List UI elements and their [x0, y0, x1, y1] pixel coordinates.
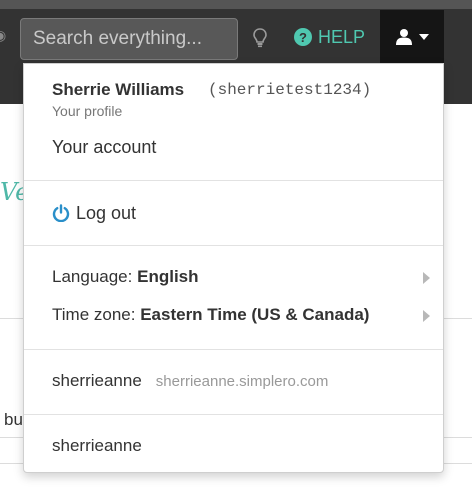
- your-account-link[interactable]: Your account: [52, 137, 156, 158]
- search-input[interactable]: [20, 18, 238, 60]
- language-label: Language:: [52, 267, 133, 286]
- navbar-top-strip: [0, 0, 472, 9]
- chevron-right-icon: [423, 310, 430, 322]
- power-icon: [52, 204, 70, 222]
- eye-icon[interactable]: ◉: [0, 28, 8, 42]
- menu-divider: [24, 245, 443, 246]
- profile-name: Sherrie Williams: [52, 80, 185, 99]
- profile-subtitle: Your profile: [52, 103, 123, 119]
- timezone-label: Time zone:: [52, 305, 136, 324]
- site-domain: sherrieanne.simplero.com: [155, 373, 329, 390]
- menu-divider: [24, 414, 443, 415]
- site-switch-item[interactable]: sherrieanne: [52, 436, 142, 456]
- site-name: sherrieanne: [52, 371, 142, 390]
- user-dropdown-menu: Sherrie Williams (sherrietest1234) Your …: [23, 63, 444, 473]
- question-circle-icon: ?: [294, 28, 312, 46]
- site-switch-item[interactable]: sherrieanne sherrieanne.simplero.com: [52, 371, 328, 393]
- lightbulb-icon[interactable]: [251, 27, 269, 49]
- profile-section[interactable]: Sherrie Williams (sherrietest1234) Your …: [24, 64, 443, 119]
- site-name: sherrieanne: [52, 436, 142, 455]
- profile-username: (sherrietest1234): [208, 81, 372, 99]
- language-value: English: [137, 267, 199, 286]
- background-text-fragment: bu: [4, 410, 23, 429]
- help-link[interactable]: ? HELP: [294, 24, 365, 50]
- user-menu-button[interactable]: [380, 10, 444, 63]
- logout-label: Log out: [76, 202, 137, 223]
- language-menu-item[interactable]: Language: English: [52, 267, 430, 289]
- timezone-menu-item[interactable]: Time zone: Eastern Time (US & Canada): [52, 305, 430, 327]
- menu-divider: [24, 349, 443, 350]
- help-label: HELP: [318, 26, 366, 47]
- user-icon: [395, 29, 412, 45]
- chevron-right-icon: [423, 272, 430, 284]
- logout-link[interactable]: Log out: [52, 202, 136, 224]
- chevron-down-icon: [418, 33, 429, 40]
- menu-divider: [24, 180, 443, 181]
- timezone-value: Eastern Time (US & Canada): [140, 305, 370, 324]
